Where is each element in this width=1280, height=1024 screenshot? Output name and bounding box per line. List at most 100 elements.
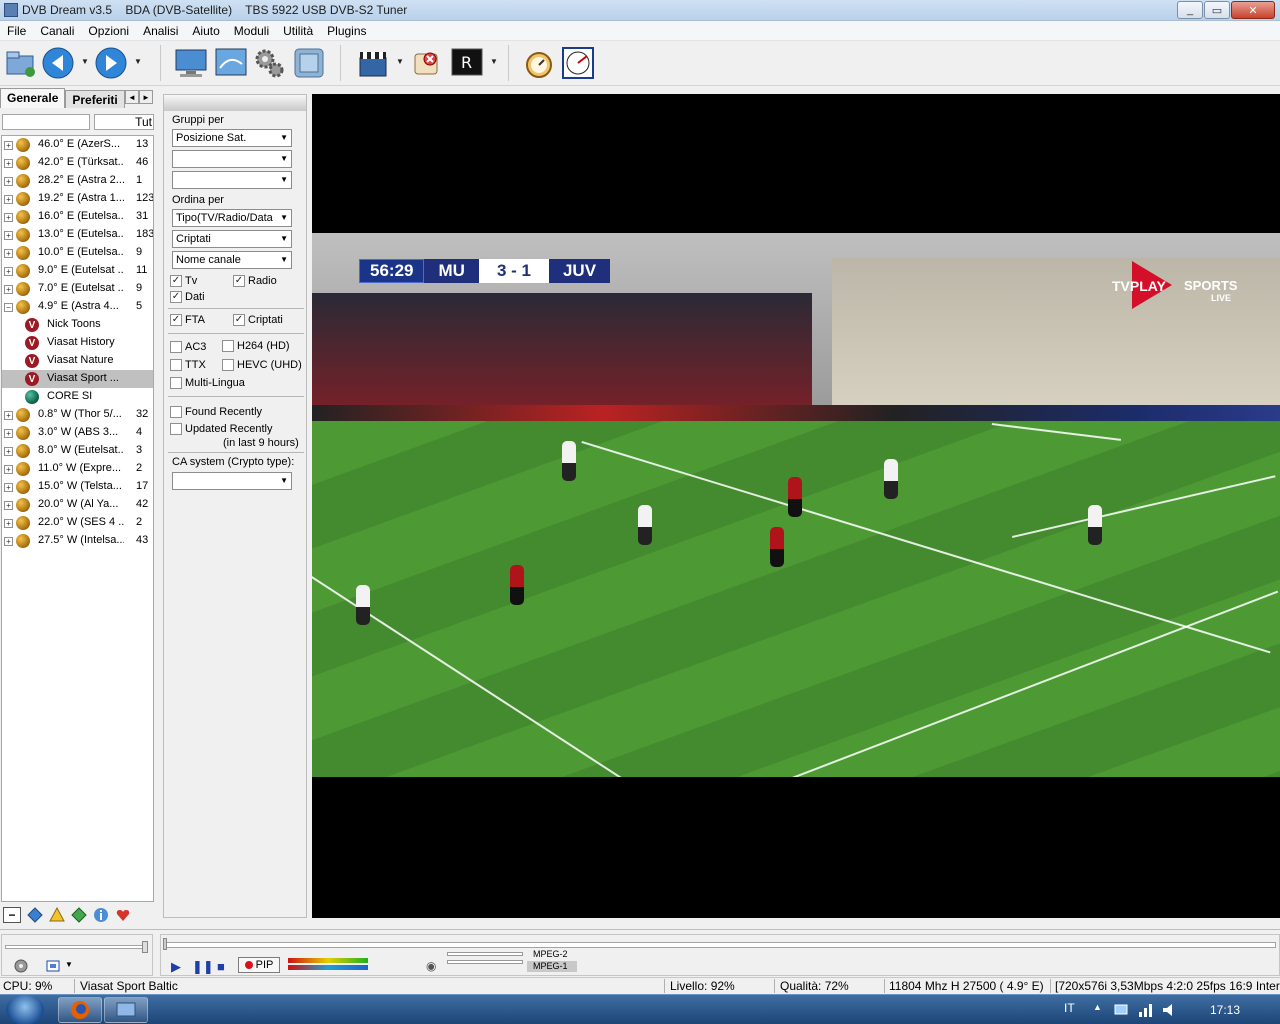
speaker-settings-icon[interactable] [14,959,28,973]
expand-icon[interactable]: + [4,285,13,294]
volume-slider-handle[interactable] [142,941,148,953]
group-by-select-3[interactable]: ▼ [172,171,292,189]
blue-diamond-icon[interactable] [27,907,43,923]
hevc-checkbox[interactable]: HEVC (UHD) [222,359,302,371]
order-by-select-2[interactable]: Criptati ▼ [172,230,292,248]
scroll-icon[interactable] [410,46,444,80]
maximize-button[interactable]: ▭ [1204,1,1230,19]
satellite-row[interactable]: +28.2° E (Astra 2... 1 [2,172,153,190]
record-icon[interactable]: R [450,46,484,80]
satellite-row[interactable]: +15.0° W (Telsta... 17 [2,478,153,496]
group-by-select-2[interactable]: ▼ [172,150,292,168]
info-icon[interactable] [93,907,109,923]
tab-scroll-right-button[interactable]: ► [139,90,153,104]
satellite-dish-icon[interactable] [292,46,326,80]
clapperboard-dropdown-icon[interactable]: ▼ [396,57,404,66]
menu-aiuto[interactable]: Aiuto [185,24,226,38]
stop-button[interactable]: ■ [217,959,225,974]
updated-recently-checkbox[interactable]: Updated Recently [170,423,272,435]
expand-icon[interactable]: + [4,429,13,438]
stopwatch-icon[interactable] [522,46,556,80]
menu-analisi[interactable]: Analisi [136,24,185,38]
expand-icon[interactable]: + [4,537,13,546]
green-diamond-icon[interactable] [71,907,87,923]
close-button[interactable]: ✕ [1231,1,1275,19]
start-button[interactable] [6,995,44,1024]
open-folder-icon[interactable] [4,46,38,80]
channel-row[interactable]: V Viasat Nature [2,352,153,370]
tab-scroll-left-button[interactable]: ◄ [125,90,139,104]
firefox-taskbar-button[interactable] [58,997,102,1023]
dvbdream-taskbar-button[interactable] [104,997,148,1023]
clock[interactable]: 17:13 [1210,1003,1240,1017]
screen-icon[interactable] [214,46,248,80]
record-dropdown-icon[interactable]: ▼ [490,57,498,66]
ca-system-select[interactable]: ▼ [172,472,292,490]
satellite-tree[interactable]: +46.0° E (AzerS... 13 +42.0° E (Türksat...… [1,135,154,902]
satellite-row[interactable]: +9.0° E (Eutelsat ... 11 [2,262,153,280]
satellite-row[interactable]: +7.0° E (Eutelsat ... 9 [2,280,153,298]
monitor-icon[interactable] [174,46,208,80]
tab-preferiti[interactable]: Preferiti [65,90,125,108]
satellite-row[interactable]: +8.0° W (Eutelsat... 3 [2,442,153,460]
menu-opzioni[interactable]: Opzioni [81,24,136,38]
channel-row[interactable]: V Nick Toons [2,316,153,334]
order-by-select-3[interactable]: Nome canale ▼ [172,251,292,269]
expand-icon[interactable]: + [4,177,13,186]
ac3-checkbox[interactable]: AC3 [170,341,206,353]
volume-icon[interactable] [1162,1002,1178,1018]
menu-file[interactable]: File [0,24,33,38]
ttx-checkbox[interactable]: TTX [170,359,206,371]
satellite-row[interactable]: +46.0° E (AzerS... 13 [2,136,153,154]
clapperboard-icon[interactable] [356,46,390,80]
satellite-row[interactable]: +20.0° W (Al Ya... 42 [2,496,153,514]
forward-icon[interactable] [95,46,129,80]
satellite-row[interactable]: +27.5° W (Intelsa... 43 [2,532,153,550]
expand-icon[interactable]: + [4,519,13,528]
play-button[interactable]: ▶ [171,959,181,975]
video-frame[interactable]: 56:29 MU 3 - 1 JUV TVPLAY SPORTS LIVE [312,233,1280,777]
back-icon[interactable] [42,46,76,80]
filter-all-dropdown[interactable]: Tut [94,114,154,130]
satellite-row[interactable]: +10.0° E (Eutelsa... 9 [2,244,153,262]
expand-icon[interactable]: + [4,213,13,222]
expand-icon[interactable]: + [4,411,13,420]
settings-gear-icon[interactable] [252,46,286,80]
satellite-row[interactable]: +13.0° E (Eutelsa... 183 [2,226,153,244]
tab-generale[interactable]: Generale [0,88,66,108]
channel-row[interactable]: V Viasat Sport ... [2,370,153,388]
expand-icon[interactable]: + [4,447,13,456]
collapse-all-button[interactable]: − [3,907,21,923]
clock-icon[interactable] [561,46,595,80]
video-area[interactable]: 56:29 MU 3 - 1 JUV TVPLAY SPORTS LIVE [312,94,1280,918]
radio-checkbox[interactable]: ✓ Radio [233,275,277,287]
aspect-ratio-icon[interactable] [46,959,62,973]
dati-checkbox[interactable]: ✓ Dati [170,291,205,303]
criptati-checkbox[interactable]: ✓ Criptati [233,314,283,326]
satellite-row[interactable]: +16.0° E (Eutelsa... 31 [2,208,153,226]
order-by-select-1[interactable]: Tipo(TV/Radio/Data ▼ [172,209,292,227]
satellite-row[interactable]: +19.2° E (Astra 1... 123 [2,190,153,208]
volume-slider-track[interactable] [5,945,145,949]
expand-icon[interactable]: + [4,267,13,276]
back-dropdown-icon[interactable]: ▼ [81,57,89,66]
satellite-row[interactable]: +11.0° W (Expre... 2 [2,460,153,478]
pause-button[interactable]: ❚❚ [192,959,214,975]
expand-icon[interactable]: + [4,501,13,510]
show-hidden-icons-button[interactable]: ▲ [1093,1002,1102,1012]
channel-row[interactable]: V Viasat History [2,334,153,352]
signal-bars-icon[interactable] [1138,1002,1154,1018]
satellite-row[interactable]: +22.0° W (SES 4 ... 2 [2,514,153,532]
menu-plugins[interactable]: Plugins [320,24,373,38]
satellite-row[interactable]: +3.0° W (ABS 3... 4 [2,424,153,442]
network-icon[interactable] [1114,1002,1130,1018]
warning-icon[interactable] [49,907,65,923]
snapshot-icon[interactable]: ◉ [426,959,436,973]
menu-canali[interactable]: Canali [33,24,81,38]
group-by-select[interactable]: Posizione Sat. ▼ [172,129,292,147]
multilingua-checkbox[interactable]: Multi-Lingua [170,377,245,389]
seek-bar[interactable] [164,942,1276,948]
seek-handle[interactable] [163,938,167,950]
favorite-heart-icon[interactable] [115,907,131,923]
found-recently-checkbox[interactable]: Found Recently [170,406,262,418]
